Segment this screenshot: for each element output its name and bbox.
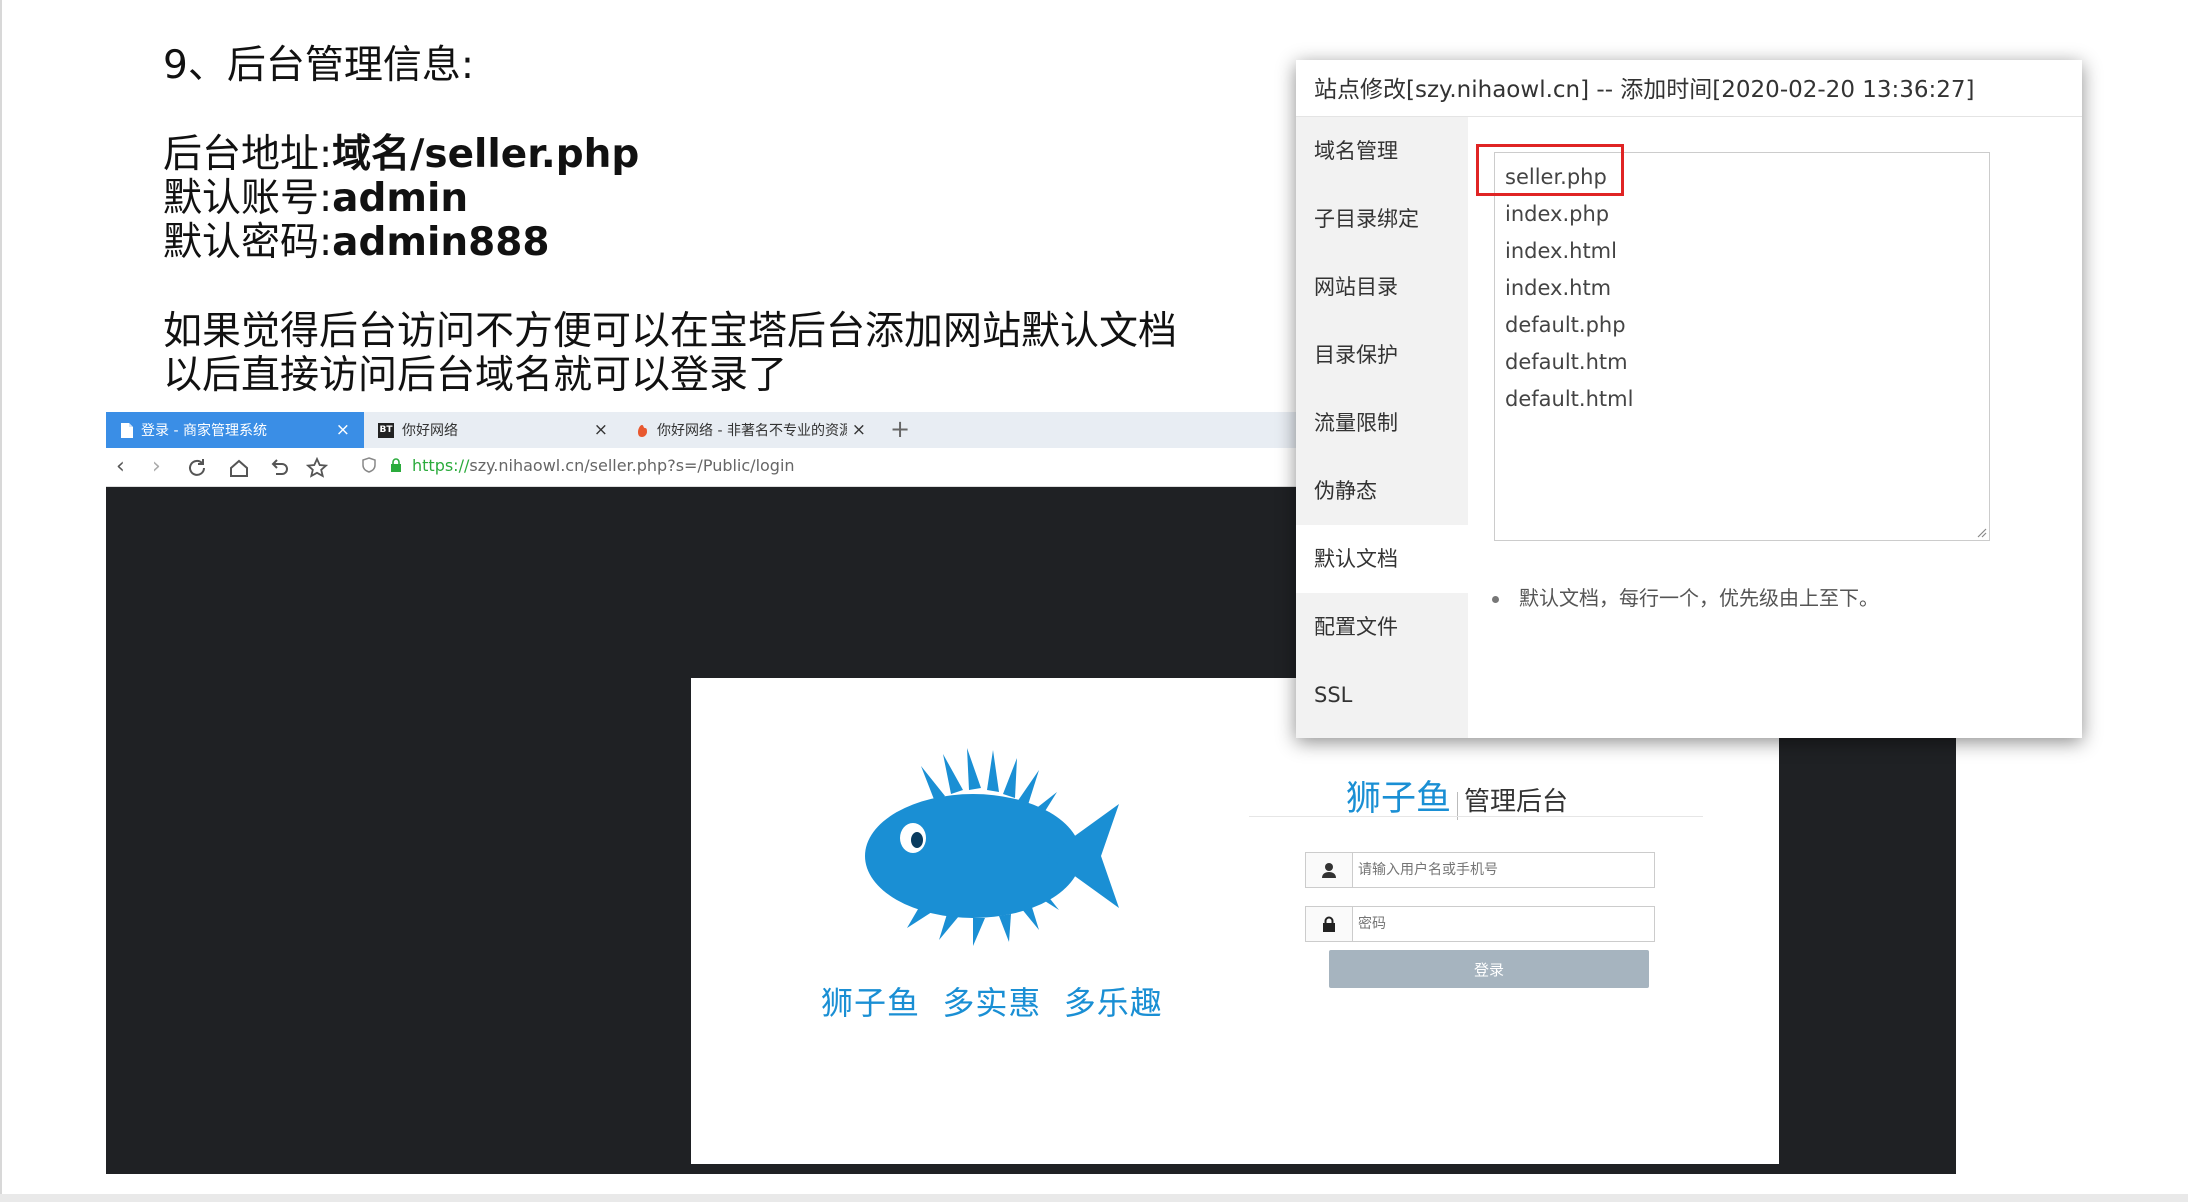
brand-suffix: 管理后台: [1464, 787, 1569, 817]
password-value: admin888: [332, 220, 550, 265]
lock-icon: [1306, 907, 1353, 941]
new-tab-button[interactable]: +: [890, 415, 910, 443]
menu-item-default-doc[interactable]: 默认文档: [1296, 525, 1468, 593]
menu-item-traffic-limit[interactable]: 流量限制: [1296, 389, 1468, 457]
lionfish-logo-icon: [865, 748, 1119, 946]
menu-item-domain[interactable]: 域名管理: [1296, 117, 1468, 185]
forward-icon[interactable]: ›: [152, 456, 161, 478]
password-label: 默认密码:: [163, 220, 333, 265]
tip-line-1: 如果觉得后台访问不方便可以在宝塔后台添加网站默认文档: [163, 309, 1178, 354]
brand-slogan: 狮子鱼 多实惠 多乐趣: [821, 984, 1163, 1022]
account-value: admin: [332, 176, 469, 221]
hand-icon: [638, 424, 647, 437]
address-label: 后台地址:: [163, 132, 333, 177]
bt-icon: BT: [378, 422, 394, 438]
login-button[interactable]: 登录: [1329, 950, 1649, 988]
user-icon: [1306, 853, 1353, 887]
account-line: 默认账号:admin: [163, 177, 468, 221]
doc-item: default.php: [1505, 313, 1626, 337]
account-label: 默认账号:: [163, 176, 333, 221]
dialog-title: 站点修改[szy.nihaowl.cn] -- 添加时间[2020-02-20 …: [1314, 77, 1975, 103]
tab-label: 你好网络 - 非著名不专业的资源: [657, 423, 847, 439]
tab-nihao[interactable]: BT 你好网络 ×: [364, 412, 622, 448]
url-text[interactable]: https://szy.nihaowl.cn/seller.php?s=/Pub…: [412, 456, 795, 475]
menu-item-site-dir[interactable]: 网站目录: [1296, 253, 1468, 321]
username-input[interactable]: [1358, 853, 1648, 887]
settings-menu: 域名管理 子目录绑定 网站目录 目录保护 流量限制 伪静态 默认文档 配置文件 …: [1296, 117, 1468, 738]
slide-footer-bar: [0, 1194, 2188, 1202]
bullet-icon: [1492, 596, 1499, 603]
login-card: 狮子鱼 多实惠 多乐趣 狮子鱼管理后台 登录: [691, 678, 1779, 1164]
seller-php-highlight: [1476, 144, 1624, 196]
tip-line-2: 以后直接访问后台域名就可以登录了: [163, 353, 788, 398]
username-field[interactable]: [1305, 852, 1655, 888]
brand-title: 狮子鱼 管理后台: [1346, 770, 1568, 821]
address-line: 后台地址:域名/seller.php: [163, 133, 639, 177]
default-doc-note: 默认文档，每行一个，优先级由上至下。: [1492, 582, 1879, 611]
home-icon[interactable]: [228, 457, 250, 479]
tab-resource[interactable]: 你好网络 - 非著名不专业的资源 ×: [622, 412, 880, 448]
close-icon[interactable]: ×: [852, 420, 866, 440]
menu-item-rewrite[interactable]: 伪静态: [1296, 457, 1468, 525]
refresh-icon[interactable]: [186, 457, 208, 479]
brand-name: 狮子鱼: [1346, 779, 1452, 819]
url-path: szy.nihaowl.cn/seller.php?s=/Public/logi…: [469, 456, 795, 475]
doc-item: default.htm: [1505, 350, 1628, 374]
shield-icon: [362, 457, 376, 473]
default-doc-textarea[interactable]: seller.php index.php index.html index.ht…: [1494, 152, 1990, 541]
back-icon[interactable]: ‹: [116, 456, 125, 478]
slide-border: [0, 0, 2, 1202]
url-scheme: https://: [412, 456, 470, 475]
menu-item-subdir[interactable]: 子目录绑定: [1296, 185, 1468, 253]
doc-item: index.htm: [1505, 276, 1612, 300]
undo-icon[interactable]: [268, 457, 290, 479]
doc-item: default.html: [1505, 387, 1634, 411]
address-value: 域名/seller.php: [332, 132, 640, 177]
doc-item: index.html: [1505, 239, 1617, 263]
resize-grip-icon[interactable]: [1975, 526, 1987, 538]
password-field[interactable]: [1305, 906, 1655, 942]
menu-item-config-file[interactable]: 配置文件: [1296, 593, 1468, 661]
star-icon[interactable]: [306, 457, 328, 479]
site-settings-dialog: 站点修改[szy.nihaowl.cn] -- 添加时间[2020-02-20 …: [1296, 60, 2082, 738]
instructions-heading: 9、后台管理信息:: [163, 43, 474, 88]
doc-item: index.php: [1505, 202, 1610, 226]
tab-label: 登录 - 商家管理系统: [141, 423, 267, 439]
password-input[interactable]: [1358, 907, 1648, 941]
close-icon[interactable]: ×: [336, 420, 350, 440]
lock-icon: [391, 458, 401, 472]
brand-underline: [1249, 816, 1703, 817]
menu-item-ssl[interactable]: SSL: [1296, 661, 1468, 729]
note-text: 默认文档，每行一个，优先级由上至下。: [1519, 586, 1879, 610]
tab-login[interactable]: 登录 - 商家管理系统 ×: [106, 412, 364, 448]
menu-item-dir-protect[interactable]: 目录保护: [1296, 321, 1468, 389]
password-line: 默认密码:admin888: [163, 221, 550, 265]
tab-label: 你好网络: [402, 423, 458, 439]
close-icon[interactable]: ×: [594, 420, 608, 440]
page-icon: [121, 422, 133, 438]
